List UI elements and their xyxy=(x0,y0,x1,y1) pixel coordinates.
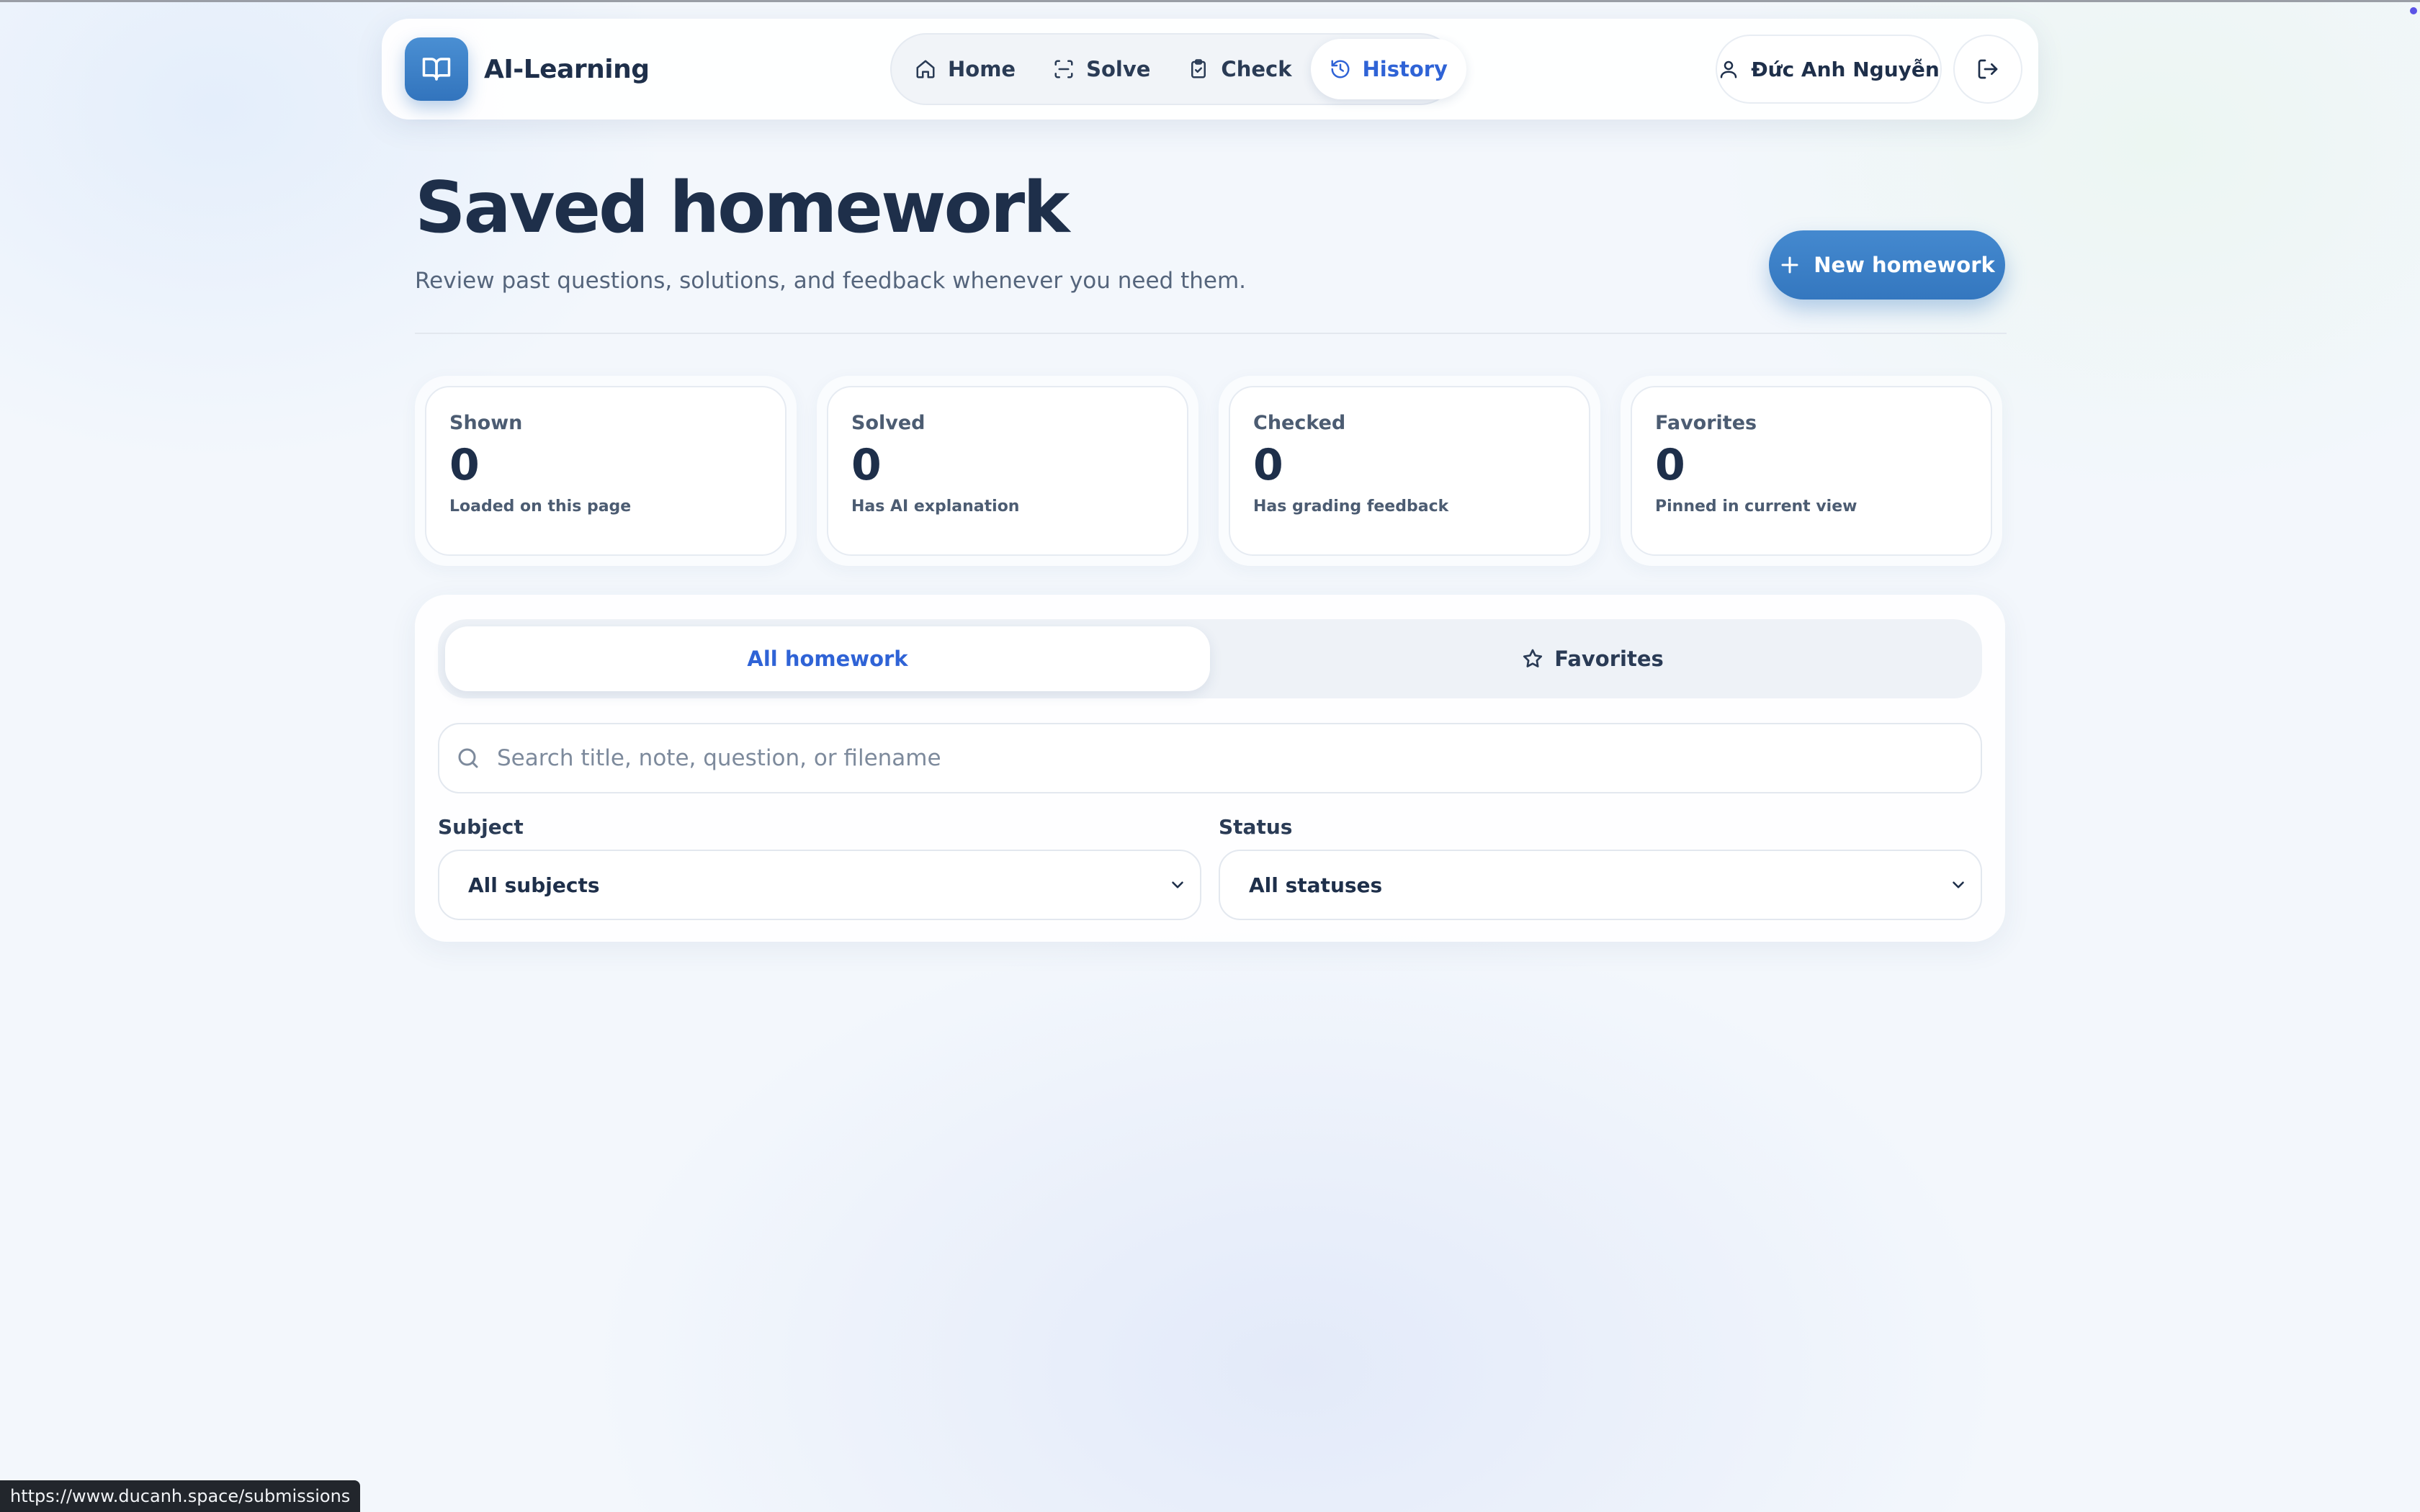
scan-icon xyxy=(1053,58,1075,80)
subject-select[interactable]: All subjects xyxy=(438,850,1201,920)
stat-card-checked: Checked 0 Has grading feedback xyxy=(1219,376,1600,566)
status-select[interactable]: All statuses xyxy=(1219,850,1982,920)
stat-value: 0 xyxy=(1655,440,1685,490)
user-profile-button[interactable]: Đức Anh Nguyễn xyxy=(1716,35,1942,104)
stat-card-inner: Solved 0 Has AI explanation xyxy=(827,386,1188,556)
stat-card-solved: Solved 0 Has AI explanation xyxy=(817,376,1198,566)
star-icon xyxy=(1521,647,1544,670)
link-preview-status-bar: https://www.ducanh.space/submissions xyxy=(0,1480,361,1512)
stat-caption: Has grading feedback xyxy=(1253,498,1449,516)
stat-caption: Pinned in current view xyxy=(1655,498,1857,516)
new-homework-button[interactable]: New homework xyxy=(1769,230,2005,300)
nav-home-label: Home xyxy=(948,57,1016,81)
stat-caption: Has AI explanation xyxy=(851,498,1020,516)
search-box xyxy=(438,723,1982,793)
nav-check[interactable]: Check xyxy=(1169,39,1310,99)
stat-label: Checked xyxy=(1253,412,1346,434)
chevron-down-icon xyxy=(1949,876,1968,894)
page-title: Saved homework xyxy=(415,167,1070,249)
history-icon xyxy=(1330,58,1351,80)
search-input[interactable] xyxy=(497,745,1981,771)
stat-card-inner: Shown 0 Loaded on this page xyxy=(425,386,786,556)
page-subtitle: Review past questions, solutions, and fe… xyxy=(415,268,1247,294)
plus-icon xyxy=(1779,254,1801,276)
stat-value: 0 xyxy=(851,440,882,490)
nav-solve[interactable]: Solve xyxy=(1034,39,1169,99)
main-nav: Home Solve Check History xyxy=(890,33,1466,105)
user-icon xyxy=(1718,58,1739,80)
logout-icon xyxy=(1976,58,1999,81)
top-navbar: AI-Learning Home Solve Check History Đức… xyxy=(382,19,2038,120)
new-homework-label: New homework xyxy=(1814,253,1995,277)
brand[interactable]: AI-Learning xyxy=(405,37,650,101)
nav-check-label: Check xyxy=(1221,57,1292,81)
stat-card-favorites: Favorites 0 Pinned in current view xyxy=(1621,376,2002,566)
nav-home[interactable]: Home xyxy=(896,39,1034,99)
stat-label: Solved xyxy=(851,412,926,434)
stat-value: 0 xyxy=(449,440,480,490)
filter-panel: All homework Favorites Subject All subje… xyxy=(415,595,2005,942)
app-name: AI-Learning xyxy=(484,54,650,84)
window-top-border xyxy=(0,0,2420,2)
status-label: Status xyxy=(1219,815,1293,839)
chevron-down-icon xyxy=(1168,876,1187,894)
stat-value: 0 xyxy=(1253,440,1283,490)
subject-select-value: All subjects xyxy=(468,873,600,897)
subject-label: Subject xyxy=(438,815,524,839)
status-select-value: All statuses xyxy=(1249,873,1383,897)
search-icon xyxy=(455,745,481,771)
tab-all-homework-label: All homework xyxy=(747,647,908,671)
nav-solve-label: Solve xyxy=(1086,57,1151,81)
stat-caption: Loaded on this page xyxy=(449,498,632,516)
stat-label: Shown xyxy=(449,412,523,434)
nav-history-label: History xyxy=(1362,57,1448,81)
header-divider xyxy=(415,333,2007,334)
user-name: Đức Anh Nguyễn xyxy=(1751,57,1940,81)
tab-all-homework[interactable]: All homework xyxy=(445,626,1210,691)
tab-favorites-label: Favorites xyxy=(1554,647,1664,671)
home-icon xyxy=(915,58,936,80)
stat-card-shown: Shown 0 Loaded on this page xyxy=(415,376,797,566)
clipboard-check-icon xyxy=(1188,58,1209,80)
stat-label: Favorites xyxy=(1655,412,1757,434)
book-open-icon xyxy=(405,37,468,101)
nav-history[interactable]: History xyxy=(1310,39,1466,99)
stat-card-inner: Favorites 0 Pinned in current view xyxy=(1631,386,1992,556)
view-tabs: All homework Favorites xyxy=(438,619,1982,698)
stat-card-inner: Checked 0 Has grading feedback xyxy=(1229,386,1590,556)
tab-favorites[interactable]: Favorites xyxy=(1210,626,1975,691)
logout-button[interactable] xyxy=(1953,35,2022,104)
notification-dot xyxy=(2410,7,2417,14)
